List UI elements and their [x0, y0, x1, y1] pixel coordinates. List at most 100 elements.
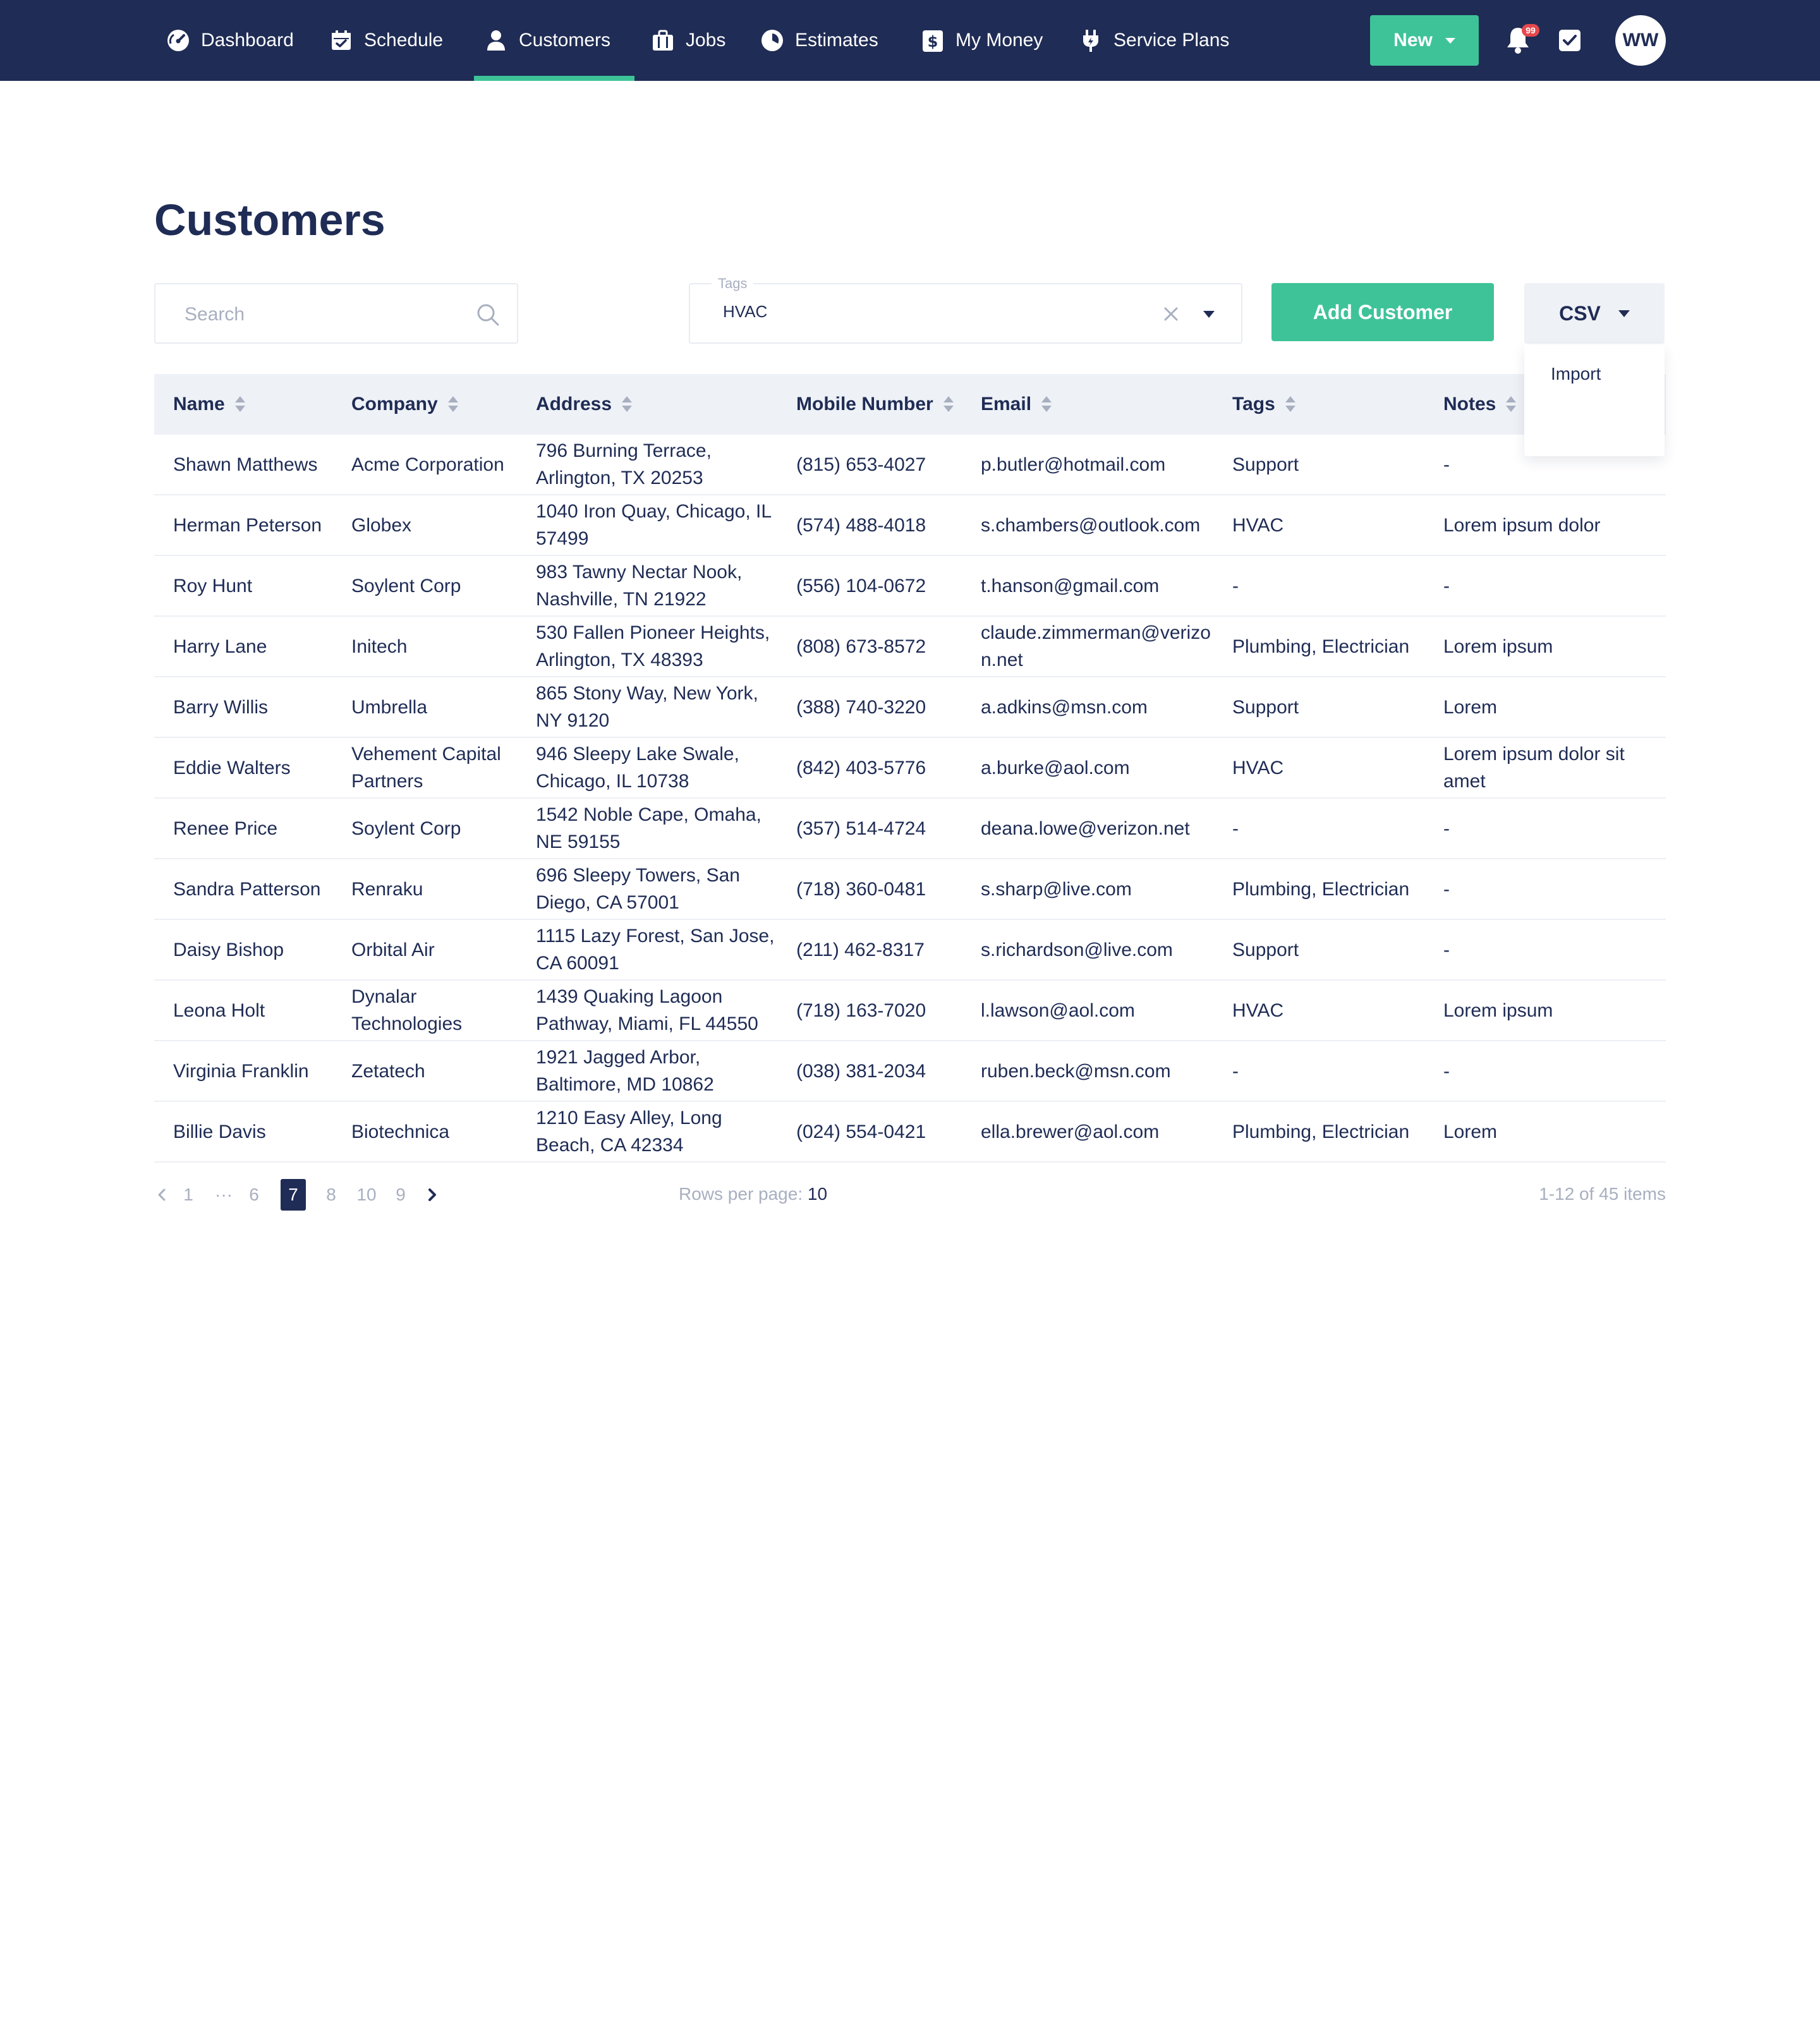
cell-email: a.adkins@msn.com — [981, 696, 1148, 718]
cell-email: deana.lowe@verizon.net — [981, 818, 1190, 839]
table-row[interactable]: Billie Davis Biotechnica 1210 Easy Alley… — [154, 1102, 1666, 1163]
column-header-mobile-number[interactable]: Mobile Number — [796, 374, 954, 435]
column-header-label: Company — [351, 394, 438, 414]
table-row[interactable]: Eddie Walters Vehement Capital Partners … — [154, 738, 1666, 799]
add-customer-button[interactable]: Add Customer — [1271, 283, 1494, 341]
cell-company: Initech — [351, 636, 408, 657]
nav-item-customers[interactable]: Customers — [483, 0, 610, 81]
sort-icon[interactable] — [1285, 396, 1295, 413]
column-header-label: Notes — [1443, 394, 1496, 414]
search-field[interactable] — [154, 283, 518, 344]
cell-name[interactable]: Renee Price — [173, 799, 331, 858]
column-header-name[interactable]: Name — [173, 374, 245, 435]
tasks-check-icon[interactable] — [1558, 29, 1581, 52]
cell-mobile: (211) 462-8317 — [796, 939, 925, 960]
sort-icon[interactable] — [622, 396, 633, 413]
search-icon[interactable] — [475, 302, 500, 327]
csv-dropdown-button[interactable]: CSV — [1524, 283, 1665, 344]
chevron-down-icon — [1445, 37, 1455, 44]
cell-tags: - — [1232, 818, 1239, 839]
column-header-notes[interactable]: Notes — [1443, 374, 1517, 435]
cell-name[interactable]: Daisy Bishop — [173, 920, 331, 979]
cell-notes: - — [1443, 878, 1450, 900]
page-button[interactable]: 8 — [324, 1179, 339, 1211]
table-row[interactable]: Herman Peterson Globex 1040 Iron Quay, C… — [154, 495, 1666, 556]
cell-mobile: (556) 104-0672 — [796, 575, 926, 596]
cell-name[interactable]: Eddie Walters — [173, 738, 331, 797]
nav-item-estimates[interactable]: Estimates — [760, 0, 878, 81]
cell-address: 1040 Iron Quay, Chicago, IL 57499 — [536, 501, 771, 549]
table-row[interactable]: Renee Price Soylent Corp 1542 Noble Cape… — [154, 799, 1666, 859]
nav-item-dashboard[interactable]: Dashboard — [166, 0, 294, 81]
cell-name[interactable]: Sandra Patterson — [173, 859, 331, 919]
cell-name[interactable]: Leona Holt — [173, 981, 331, 1040]
cell-company: Globex — [351, 514, 412, 536]
table-row[interactable]: Harry Lane Initech 530 Fallen Pioneer He… — [154, 617, 1666, 677]
cell-address: 1439 Quaking Lagoon Pathway, Miami, FL 4… — [536, 986, 758, 1034]
cell-email: a.burke@aol.com — [981, 757, 1130, 778]
cell-name[interactable]: Harry Lane — [173, 617, 331, 676]
chevron-left-icon[interactable] — [154, 1179, 169, 1211]
nav-item-jobs[interactable]: Jobs — [650, 0, 725, 81]
column-header-email[interactable]: Email — [981, 374, 1052, 435]
calendar-icon — [329, 28, 354, 53]
cell-name[interactable]: Shawn Matthews — [173, 435, 331, 494]
nav-item-schedule[interactable]: Schedule — [329, 0, 443, 81]
nav-label-my-money: My Money — [956, 30, 1043, 51]
search-input[interactable] — [185, 301, 463, 329]
cell-name[interactable]: Virginia Franklin — [173, 1041, 331, 1101]
briefcase-icon — [650, 28, 676, 53]
rows-per-page-value[interactable]: 10 — [808, 1184, 827, 1204]
cell-name[interactable]: Billie Davis — [173, 1102, 331, 1161]
page-button[interactable]: 10 — [354, 1179, 379, 1211]
cell-tags: Support — [1232, 939, 1299, 960]
table-row[interactable]: Virginia Franklin Zetatech 1921 Jagged A… — [154, 1041, 1666, 1102]
cell-email: p.butler@hotmail.com — [981, 454, 1166, 475]
csv-menu-option-import[interactable]: Import — [1551, 364, 1601, 384]
cell-name[interactable]: Herman Peterson — [173, 495, 331, 555]
column-header-address[interactable]: Address — [536, 374, 633, 435]
sort-icon[interactable] — [1041, 396, 1052, 413]
cell-notes: - — [1443, 1060, 1450, 1082]
page-button[interactable]: 9 — [393, 1179, 408, 1211]
new-button[interactable]: New — [1370, 15, 1479, 66]
table-row[interactable]: Sandra Patterson Renraku 696 Sleepy Towe… — [154, 859, 1666, 920]
nav-label-jobs: Jobs — [686, 30, 726, 51]
cell-name[interactable]: Roy Hunt — [173, 556, 331, 615]
user-icon — [483, 28, 509, 53]
column-header-company[interactable]: Company — [351, 374, 458, 435]
cell-name[interactable]: Barry Willis — [173, 677, 331, 737]
cell-address: 1542 Noble Cape, Omaha, NE 59155 — [536, 804, 761, 852]
nav-item-my-money[interactable]: $ My Money — [920, 0, 1043, 81]
cell-notes: Lorem ipsum dolor — [1443, 514, 1601, 536]
page-button[interactable]: 1 — [181, 1179, 196, 1211]
table-row[interactable]: Leona Holt Dynalar Technologies 1439 Qua… — [154, 981, 1666, 1041]
cell-company: Soylent Corp — [351, 818, 461, 839]
cell-mobile: (388) 740-3220 — [796, 696, 926, 718]
sort-icon[interactable] — [234, 396, 245, 413]
page-button-current[interactable]: 7 — [281, 1179, 306, 1211]
pagination: 1 ··· 6 7 8 10 9 — [154, 1179, 1666, 1211]
chevron-down-icon[interactable] — [1203, 311, 1215, 318]
table-row[interactable]: Barry Willis Umbrella 865 Stony Way, New… — [154, 677, 1666, 738]
column-header-tags[interactable]: Tags — [1232, 374, 1295, 435]
page-button[interactable]: 6 — [246, 1179, 262, 1211]
tags-select[interactable]: HVAC — [689, 283, 1242, 344]
chevron-right-icon[interactable] — [425, 1179, 440, 1211]
nav-item-service-plans[interactable]: Service Plans — [1078, 0, 1229, 81]
user-avatar[interactable]: WW — [1615, 15, 1666, 66]
sort-icon[interactable] — [447, 396, 458, 413]
sort-icon[interactable] — [1506, 396, 1517, 413]
cell-mobile: (808) 673-8572 — [796, 636, 926, 657]
clear-icon[interactable] — [1160, 303, 1182, 325]
table-row[interactable]: Roy Hunt Soylent Corp 983 Tawny Nectar N… — [154, 556, 1666, 617]
rows-per-page[interactable]: Rows per page: 10 — [679, 1184, 827, 1204]
table-row[interactable]: Shawn Matthews Acme Corporation 796 Burn… — [154, 435, 1666, 495]
sort-icon[interactable] — [943, 396, 954, 413]
cell-email: s.chambers@outlook.com — [981, 514, 1201, 536]
table-row[interactable]: Daisy Bishop Orbital Air 1115 Lazy Fores… — [154, 920, 1666, 981]
cell-company: Dynalar Technologies — [351, 986, 463, 1034]
cell-address: 1115 Lazy Forest, San Jose, CA 60091 — [536, 926, 775, 974]
chevron-down-icon — [1618, 310, 1630, 317]
cell-notes: - — [1443, 454, 1450, 475]
